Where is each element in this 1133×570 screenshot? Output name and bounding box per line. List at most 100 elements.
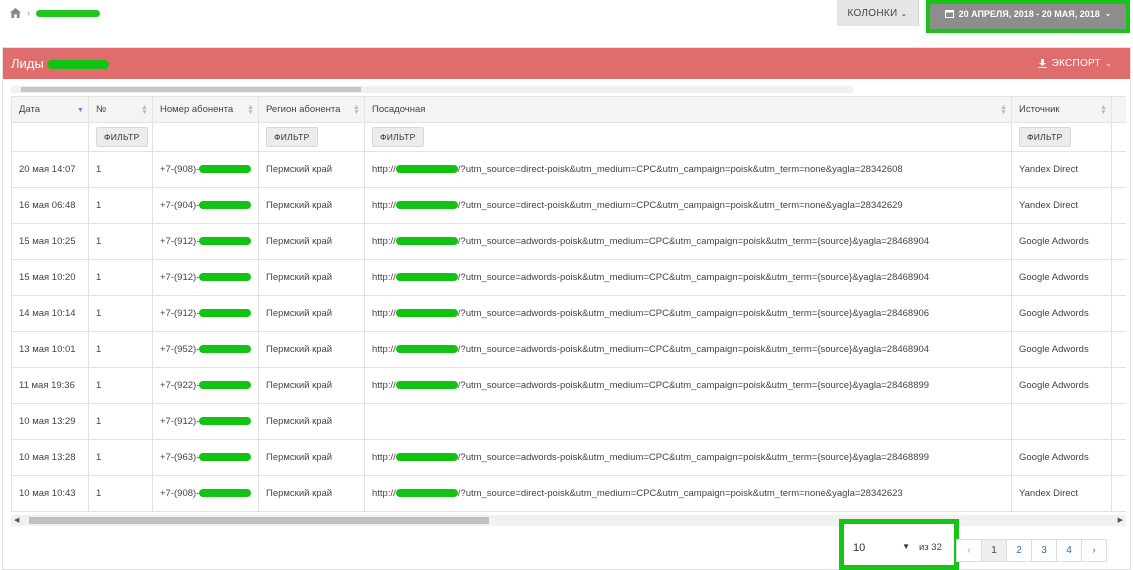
column-header-region[interactable]: Регион абонента ▲ ▼	[258, 96, 365, 123]
page-button-3[interactable]: 3	[1031, 539, 1057, 562]
column-header-landing[interactable]: Посадочная ▲ ▼	[364, 96, 1012, 123]
cell-extra	[1111, 295, 1126, 332]
cell-date: 13 мая 10:01	[11, 331, 89, 368]
redacted-phone	[199, 165, 252, 174]
cell-number: 1	[88, 331, 153, 368]
cell-date: 10 мая 10:43	[11, 475, 89, 512]
cell-extra	[1111, 331, 1126, 368]
table-row[interactable]: 10 мая 13:29 1 +7-(912)- Пермский край	[11, 403, 1126, 440]
redacted-phone	[199, 345, 252, 354]
redacted-domain	[395, 381, 458, 390]
page-size-select[interactable]: 10 ▼	[853, 537, 913, 559]
table-row[interactable]: 10 мая 13:28 1 +7-(963)- Пермский край http:…	[11, 439, 1126, 476]
filter-button-number[interactable]: ФИЛЬТР	[96, 127, 148, 147]
table-row[interactable]: 14 мая 10:14 1 +7-(912)- Пермский край http:…	[11, 295, 1126, 332]
prev-page-button[interactable]: ‹	[956, 539, 982, 562]
cell-landing: http:///?utm_source=adwords-poisk&utm_me…	[364, 295, 1012, 332]
cell-date: 15 мая 10:20	[11, 259, 89, 296]
scrollbar-thumb[interactable]	[29, 517, 489, 524]
table-row[interactable]: 10 мая 10:43 1 +7-(908)- Пермский край http:…	[11, 475, 1126, 512]
redacted-title	[47, 60, 110, 70]
cell-date: 14 мая 10:14	[11, 295, 89, 332]
column-header-extra	[1111, 96, 1126, 123]
cell-landing: http:///?utm_source=adwords-poisk&utm_me…	[364, 331, 1012, 368]
cell-extra	[1111, 259, 1126, 296]
calendar-icon	[944, 10, 954, 18]
cell-landing: http:///?utm_source=adwords-poisk&utm_me…	[364, 439, 1012, 476]
column-header-phone[interactable]: Номер абонента ▲ ▼	[152, 96, 259, 123]
cell-phone: +7-(912)-	[152, 223, 259, 260]
cell-phone: +7-(912)-	[152, 259, 259, 296]
table-row[interactable]: 20 мая 14:07 1 +7-(908)- Пермский край http:…	[11, 151, 1126, 188]
leads-table-wrapper: Дата ▼ № ▲ ▼ Номер абонента ▲ ▼ Регион абонен…	[11, 96, 1126, 514]
redacted-phone	[199, 273, 252, 282]
cell-region: Пермский край	[258, 403, 365, 440]
filter-button-source[interactable]: ФИЛЬТР	[1019, 127, 1071, 147]
cell-region: Пермский край	[258, 331, 365, 368]
cell-number: 1	[88, 439, 153, 476]
redacted-domain	[395, 165, 458, 174]
sort-icon: ▲ ▼	[1100, 104, 1107, 116]
cell-landing	[364, 403, 1012, 440]
page-button-2[interactable]: 2	[1006, 539, 1032, 562]
column-header-number[interactable]: № ▲ ▼	[88, 96, 153, 123]
table-row[interactable]: 13 мая 10:01 1 +7-(952)- Пермский край http:…	[11, 331, 1126, 368]
columns-button[interactable]: КОЛОНКИ ⌄	[837, 0, 919, 26]
cell-number: 1	[88, 403, 153, 440]
panel-title-text: Лиды	[11, 56, 44, 71]
cell-region: Пермский край	[258, 223, 365, 260]
filter-button-landing[interactable]: ФИЛЬТР	[372, 127, 424, 147]
top-scrollbar[interactable]	[11, 86, 853, 93]
export-label: ЭКСПОРТ	[1051, 58, 1101, 69]
home-icon[interactable]	[10, 8, 21, 18]
table-row[interactable]: 15 мая 10:25 1 +7-(912)- Пермский край http:…	[11, 223, 1126, 260]
cell-source: Yandex Direct	[1011, 151, 1112, 188]
cell-extra	[1111, 223, 1126, 260]
column-header-date[interactable]: Дата ▼	[11, 96, 89, 123]
cell-landing: http:///?utm_source=direct-poisk&utm_med…	[364, 151, 1012, 188]
redacted-breadcrumb[interactable]	[36, 9, 100, 17]
cell-phone: +7-(912)-	[152, 403, 259, 440]
export-button[interactable]: ЭКСПОРТ ⌄	[1038, 58, 1112, 69]
scroll-left-icon[interactable]: ◀	[14, 516, 19, 524]
table-row[interactable]: 16 мая 06:48 1 +7-(904)- Пермский край http:…	[11, 187, 1126, 224]
redacted-domain	[395, 309, 458, 318]
download-icon	[1038, 59, 1048, 68]
cell-region: Пермский край	[258, 187, 365, 224]
table-row[interactable]: 11 мая 19:36 1 +7-(922)- Пермский край http:…	[11, 367, 1126, 404]
cell-number: 1	[88, 187, 153, 224]
panel-title: Лиды	[11, 56, 110, 71]
filter-button-region[interactable]: ФИЛЬТР	[266, 127, 318, 147]
page-button-1[interactable]: 1	[981, 539, 1007, 562]
redacted-domain	[395, 453, 458, 462]
page-size-box: 10 ▼ из 32	[839, 519, 959, 570]
scroll-right-icon[interactable]: ▶	[1118, 516, 1123, 524]
cell-landing: http:///?utm_source=direct-poisk&utm_med…	[364, 187, 1012, 224]
cell-phone: +7-(952)-	[152, 331, 259, 368]
cell-extra	[1111, 475, 1126, 512]
page-button-4[interactable]: 4	[1056, 539, 1082, 562]
date-range-button[interactable]: 20 АПРЕЛЯ, 2018 - 20 МАЯ, 2018 ⌄	[926, 0, 1130, 33]
cell-number: 1	[88, 475, 153, 512]
cell-source: Google Adwords	[1011, 439, 1112, 476]
column-header-source[interactable]: Источник ▲ ▼	[1011, 96, 1112, 123]
redacted-phone	[199, 309, 252, 318]
table-row[interactable]: 15 мая 10:20 1 +7-(912)- Пермский край http:…	[11, 259, 1126, 296]
cell-landing: http:///?utm_source=direct-poisk&utm_med…	[364, 475, 1012, 512]
cell-date: 10 мая 13:29	[11, 403, 89, 440]
redacted-domain	[395, 273, 458, 282]
breadcrumb: ›	[10, 8, 100, 18]
redacted-phone	[199, 237, 252, 246]
chevron-right-icon: ›	[27, 8, 30, 18]
cell-source: Google Adwords	[1011, 223, 1112, 260]
pagination: ‹ 1 2 3 4 ›	[956, 539, 1107, 562]
next-page-button[interactable]: ›	[1081, 539, 1107, 562]
cell-region: Пермский край	[258, 295, 365, 332]
sort-icon: ▲ ▼	[247, 104, 254, 116]
cell-date: 15 мая 10:25	[11, 223, 89, 260]
cell-region: Пермский край	[258, 439, 365, 476]
page-size-value: 10	[853, 542, 866, 554]
cell-source: Yandex Direct	[1011, 187, 1112, 224]
cell-number: 1	[88, 151, 153, 188]
table-header-row: Дата ▼ № ▲ ▼ Номер абонента ▲ ▼ Регион абонен…	[11, 96, 1126, 123]
